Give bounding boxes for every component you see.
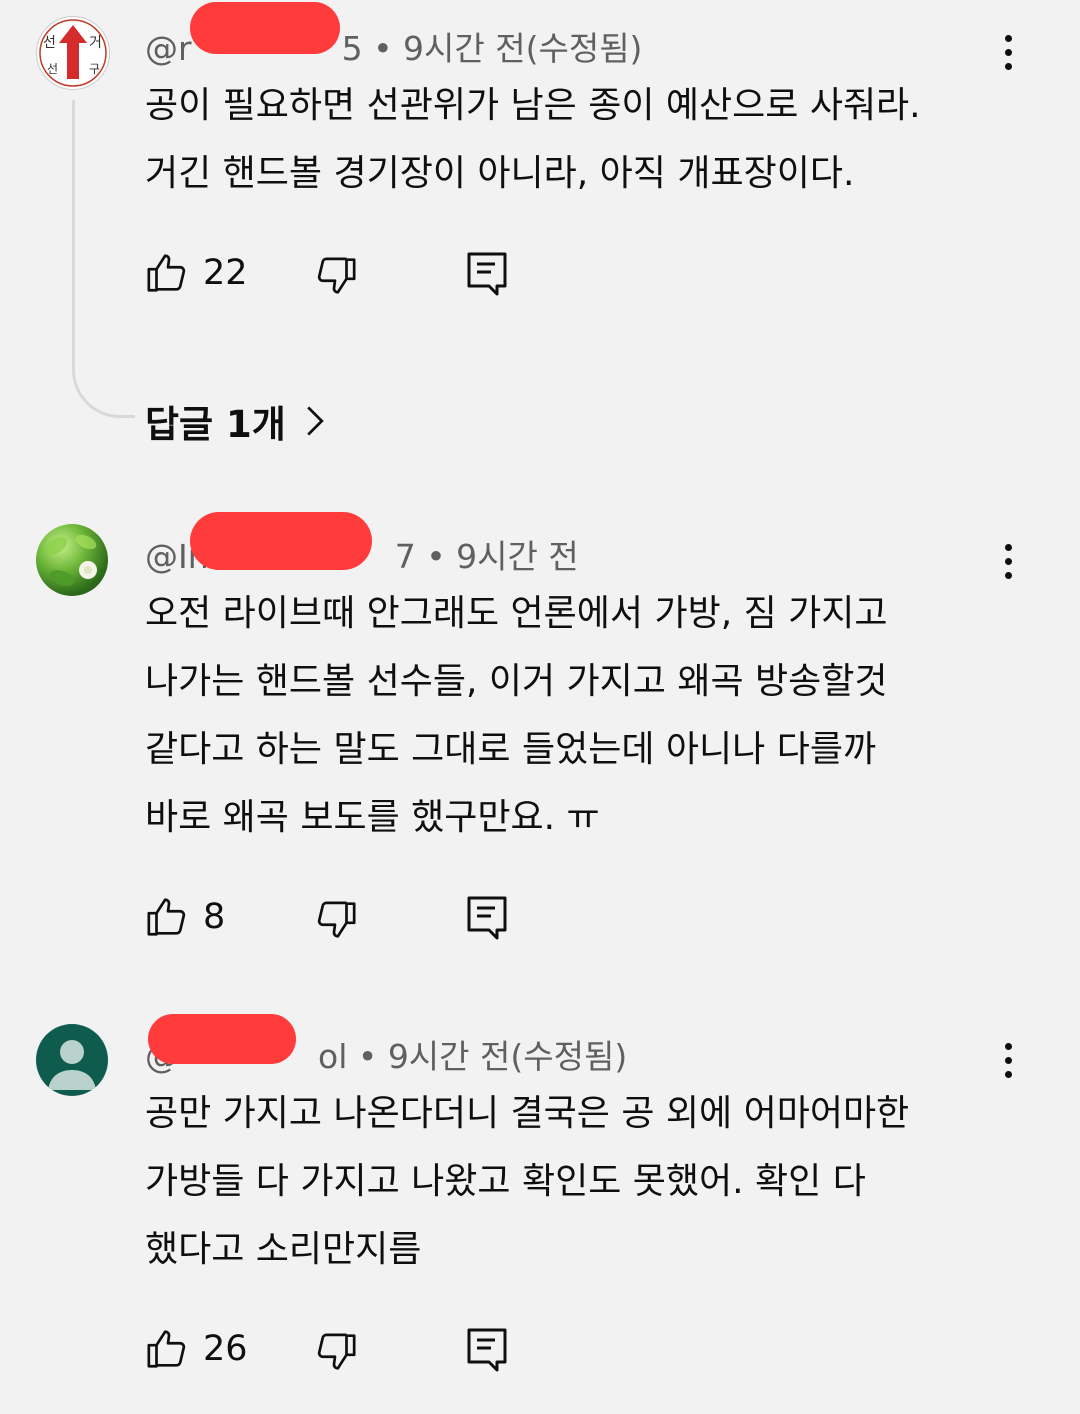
like-count: 8 (203, 897, 226, 937)
comment-reply-icon (467, 896, 507, 940)
comment-text: 공만 가지고 나온다더니 결국은 공 외에 어마어마한 가방들 다 가지고 나왔… (145, 1093, 910, 1270)
thread-line (72, 100, 135, 418)
comment-text: 공이 필요하면 선관위가 남은 종이 예산으로 사줘라. 거긴 핸드볼 경기장이… (145, 85, 921, 194)
default-person-avatar[interactable] (36, 1024, 108, 1096)
thumbs-up-icon (147, 1330, 186, 1368)
comment-actions: 26 (145, 1326, 545, 1376)
like-button[interactable]: 26 (145, 1326, 248, 1372)
comment-time: • 9시간 전 (426, 537, 579, 576)
dislike-button[interactable] (312, 1328, 358, 1378)
replies-label: 답글 1개 (145, 403, 286, 446)
svg-text:구: 구 (89, 62, 100, 76)
reply-button[interactable] (465, 250, 509, 302)
like-count: 26 (203, 1329, 248, 1369)
comment-author-handle[interactable]: @r (145, 29, 192, 68)
comment-reply-icon (467, 252, 507, 296)
like-button[interactable]: 22 (145, 250, 248, 296)
svg-text:선: 선 (43, 35, 56, 51)
comment-text: 오전 라이브때 안그래도 언론에서 가방, 짐 가지고 나가는 핸드볼 선수들,… (145, 593, 888, 838)
thumbs-down-icon (317, 1333, 356, 1370)
reply-button[interactable] (465, 1326, 509, 1378)
like-button[interactable]: 8 (145, 894, 225, 940)
comment-reply-icon (467, 1328, 507, 1372)
redaction-mark (190, 512, 372, 570)
more-options-button[interactable] (992, 537, 1024, 585)
election-logo-avatar[interactable]: 선 거 선 구 (36, 16, 110, 90)
view-replies-button[interactable]: 답글 1개 (145, 394, 326, 448)
thumbs-down-icon (317, 901, 356, 938)
dislike-button[interactable] (312, 896, 358, 946)
comment-actions: 22 (145, 250, 545, 300)
chevron-right-icon (306, 406, 324, 436)
redaction-mark (190, 2, 340, 54)
like-count: 22 (203, 253, 248, 293)
more-options-button[interactable] (992, 28, 1024, 76)
redaction-mark (148, 1014, 296, 1064)
thumbs-up-icon (147, 898, 186, 936)
reply-button[interactable] (465, 894, 509, 946)
dislike-button[interactable] (312, 252, 358, 302)
green-leaves-avatar[interactable] (36, 524, 108, 596)
svg-text:거: 거 (89, 35, 102, 51)
more-options-button[interactable] (992, 1036, 1024, 1084)
comment-actions: 8 (145, 894, 545, 944)
comment-time: • 9시간 전(수정됨) (357, 1037, 628, 1076)
svg-text:선: 선 (47, 62, 58, 76)
thumbs-down-icon (317, 257, 356, 294)
comment-time: • 9시간 전(수정됨) (373, 29, 643, 68)
thumbs-up-icon (147, 254, 186, 292)
